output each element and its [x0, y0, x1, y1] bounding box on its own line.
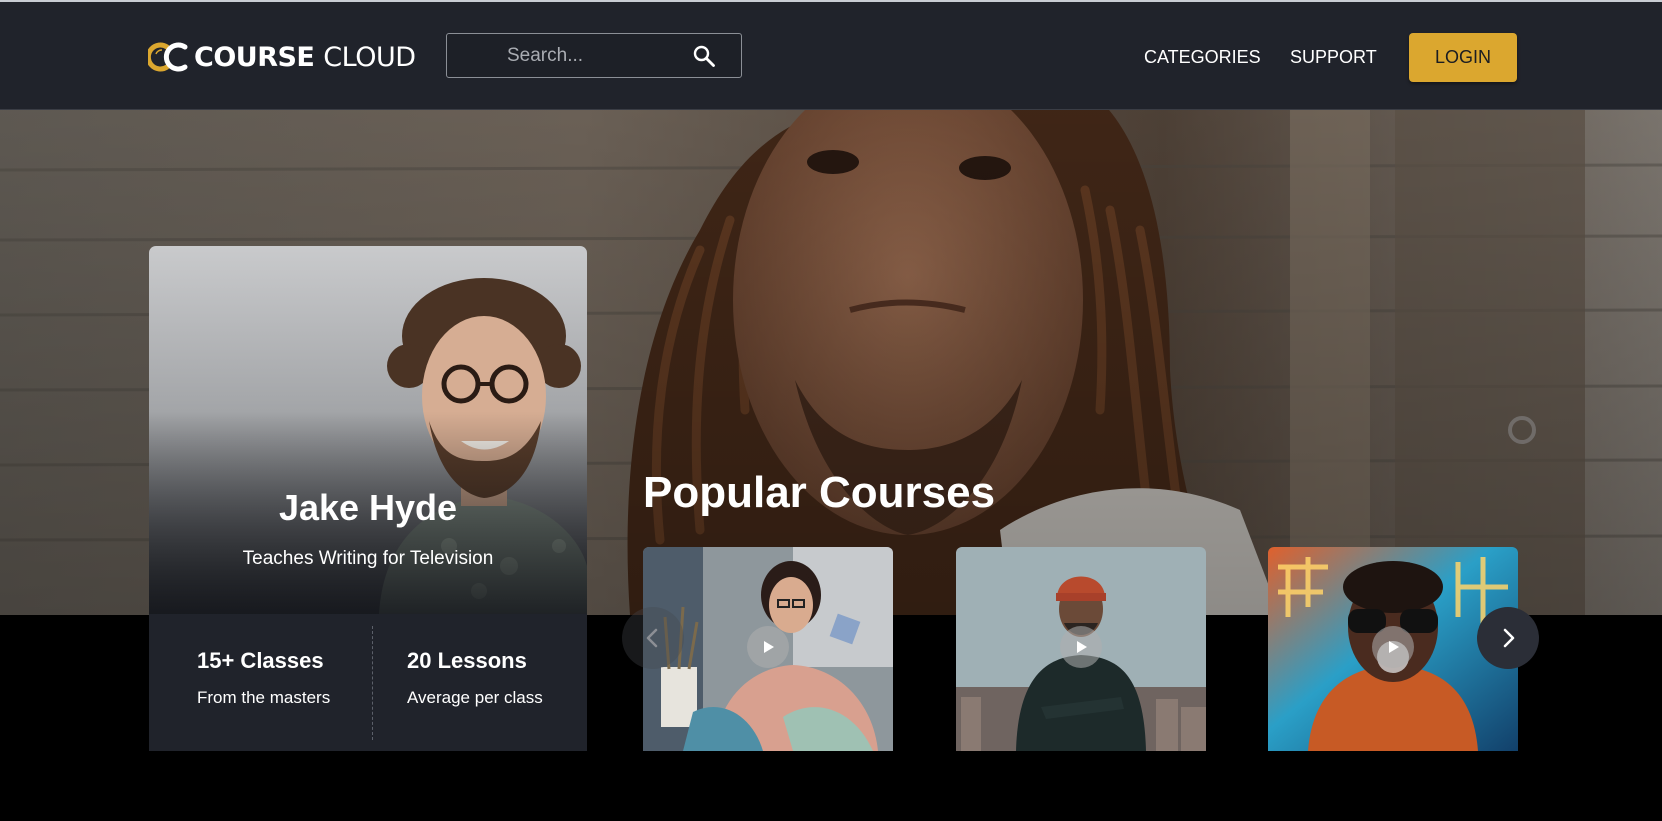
play-button[interactable]	[747, 626, 789, 668]
logo-word-cloud: CLOUD	[323, 41, 416, 73]
stat-value: 20 Lessons	[407, 648, 527, 673]
instructor-subtitle: Teaches Writing for Television	[242, 548, 494, 569]
search-icon[interactable]	[692, 44, 716, 68]
logo-text: COURSE CLOUD	[194, 42, 416, 73]
play-icon	[764, 641, 774, 653]
popular-courses-heading: Popular Courses	[643, 468, 996, 517]
play-button[interactable]	[1372, 626, 1414, 668]
logo-word-course: COURSE	[194, 41, 315, 73]
site-header: COURSE CLOUD CATEGORIES SUPPORT LOGIN	[0, 2, 1662, 110]
search-box	[446, 33, 742, 78]
instructor-stats: 15+ Classes From the masters 20 Lessons …	[149, 614, 587, 751]
play-button[interactable]	[1060, 626, 1102, 668]
stat-label: Average per class	[407, 688, 543, 707]
stats-divider	[372, 626, 373, 740]
stat-classes: 15+ Classes From the masters	[197, 648, 330, 708]
logo-mark-icon	[148, 42, 188, 72]
chevron-right-icon	[1503, 628, 1515, 648]
stat-value: 15+ Classes	[197, 648, 324, 673]
chevron-left-icon	[646, 628, 658, 648]
play-icon	[1389, 641, 1399, 653]
course-card[interactable]	[956, 547, 1206, 751]
logo[interactable]: COURSE CLOUD	[148, 40, 416, 74]
nav-support[interactable]: SUPPORT	[1290, 47, 1377, 68]
stat-label: From the masters	[197, 688, 331, 707]
carousel-next-button[interactable]	[1477, 607, 1539, 669]
search-input[interactable]	[505, 42, 679, 70]
carousel-prev-button[interactable]	[622, 607, 684, 669]
nav-categories[interactable]: CATEGORIES	[1144, 47, 1261, 68]
instructor-name: Jake Hyde	[278, 487, 458, 528]
stat-lessons: 20 Lessons Average per class	[407, 648, 543, 708]
login-button[interactable]: LOGIN	[1409, 33, 1517, 82]
play-icon	[1077, 641, 1087, 653]
